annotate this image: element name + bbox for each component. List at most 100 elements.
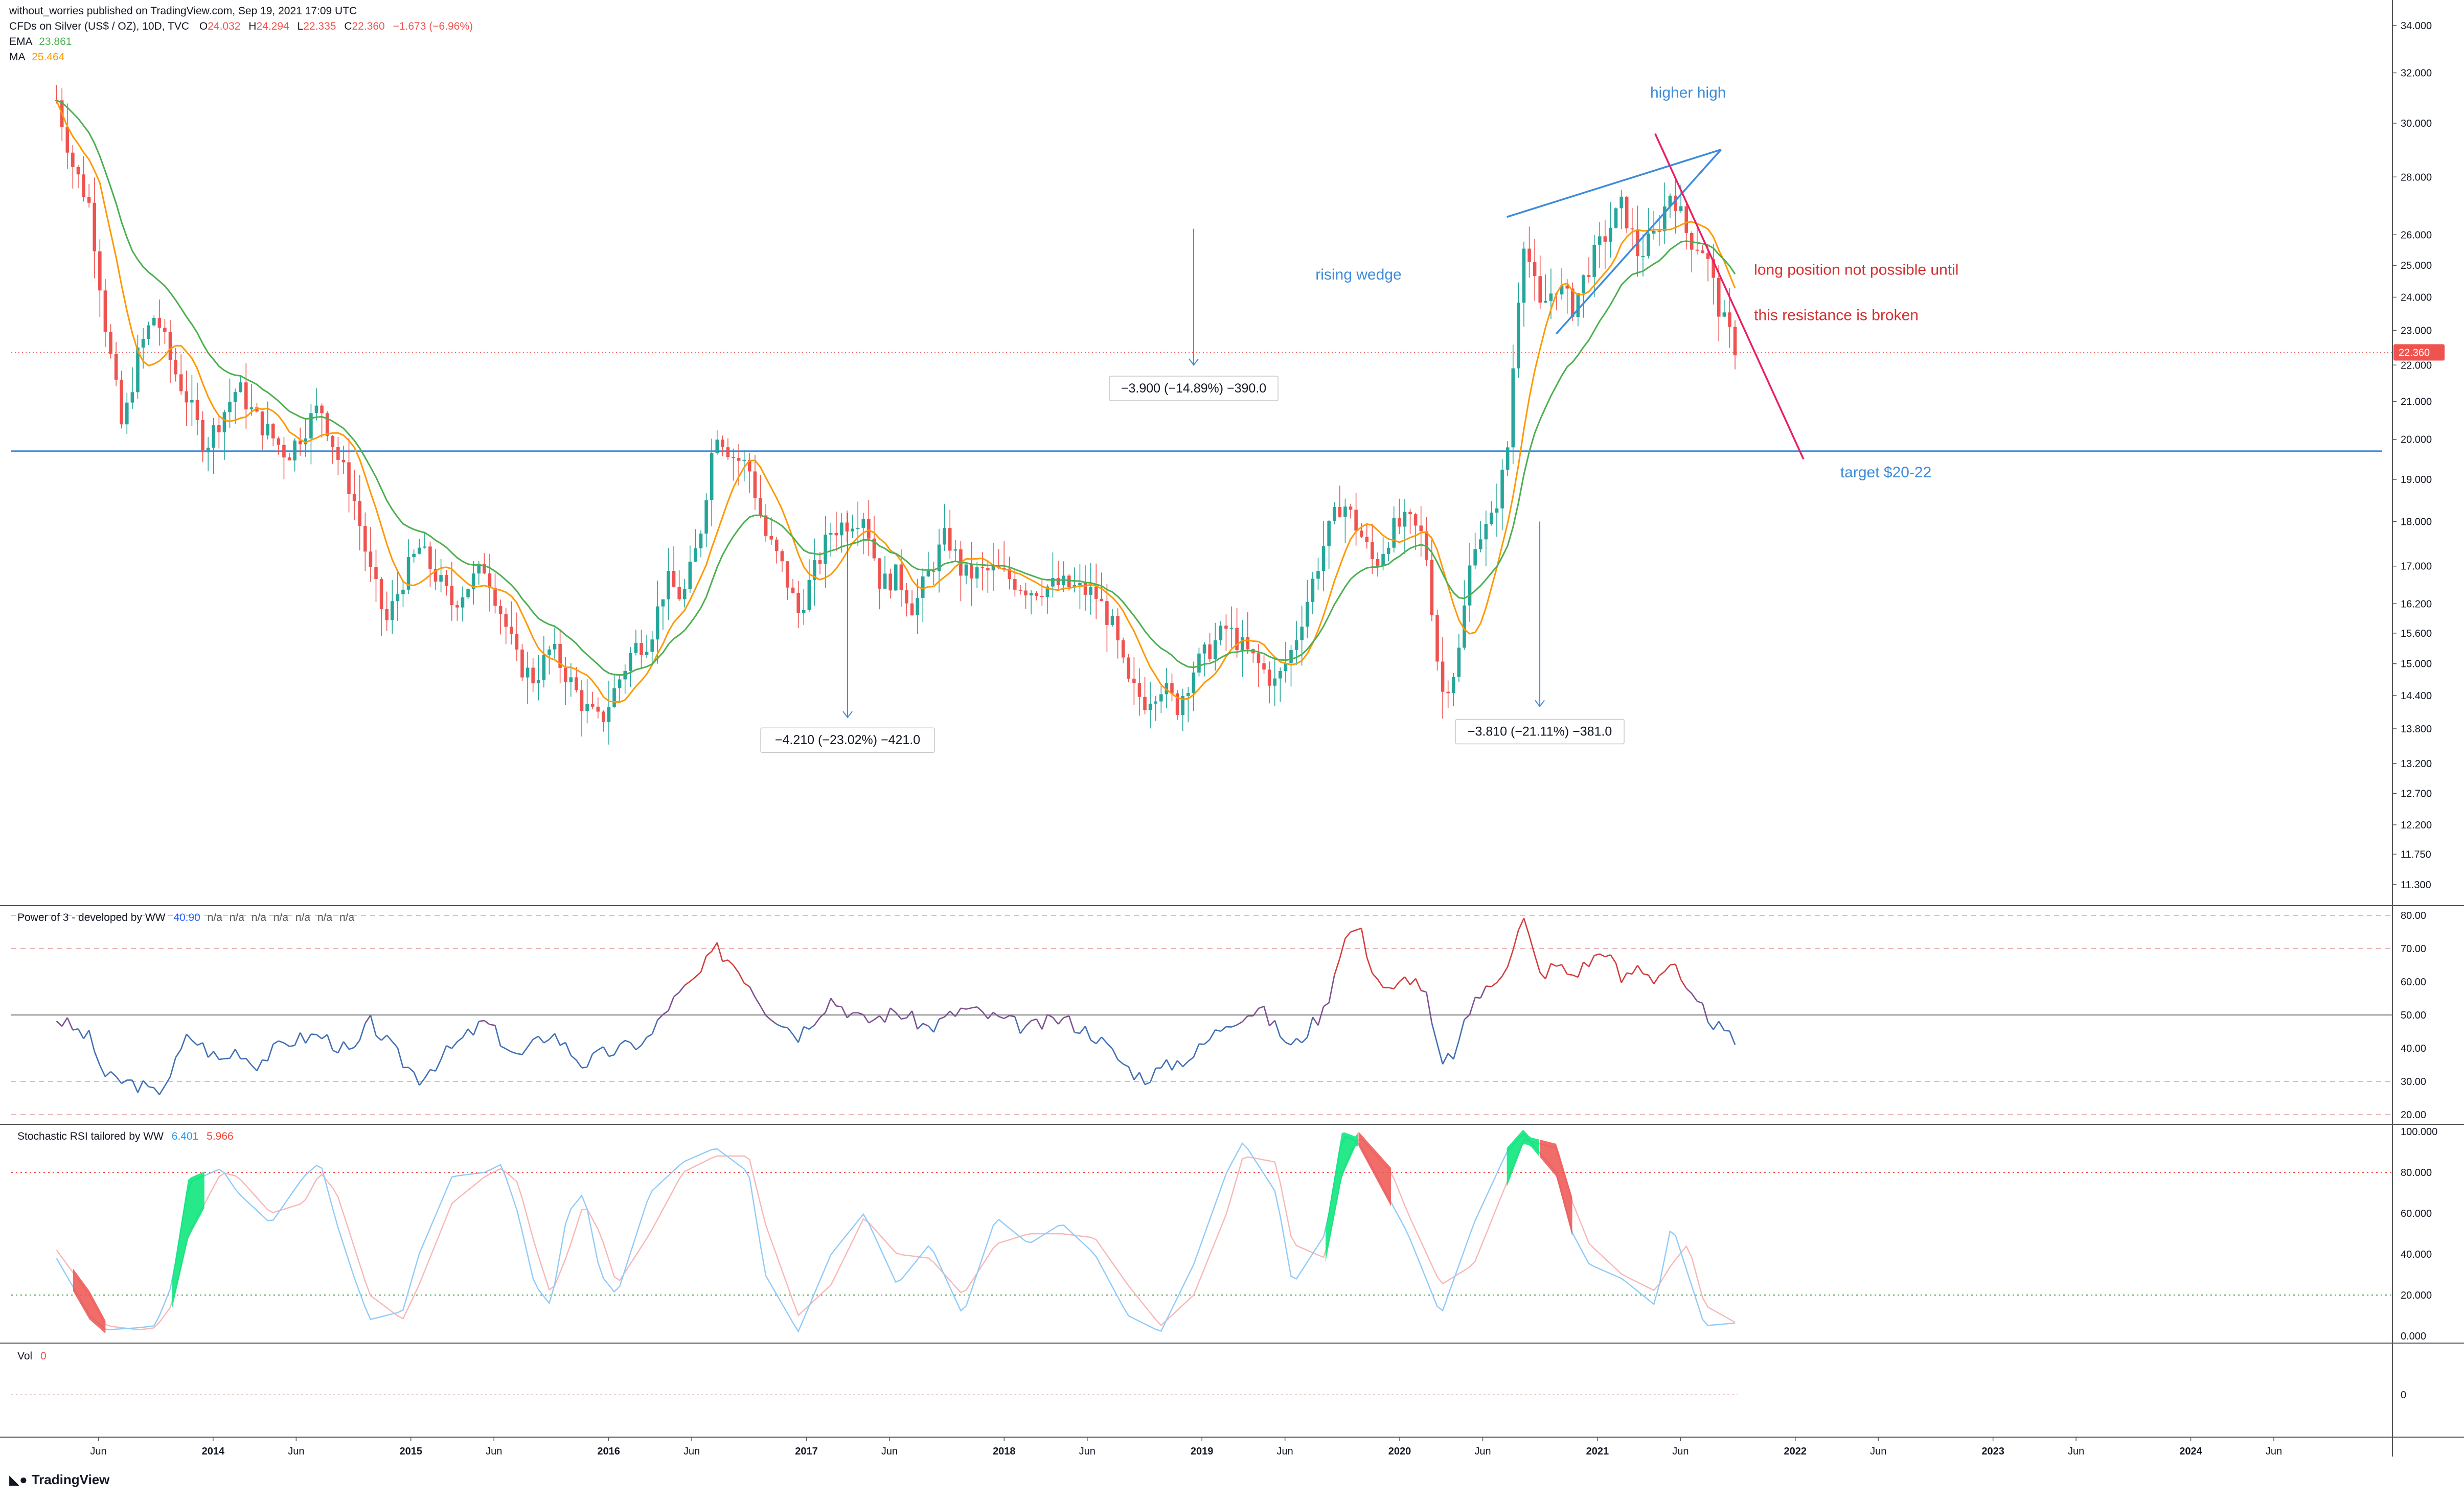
stoch-tick-label: 40.000 bbox=[2401, 1249, 2432, 1260]
power-line-segment bbox=[755, 997, 761, 1006]
annotation-higher-high[interactable]: higher high bbox=[1650, 84, 1726, 101]
candle-down bbox=[1122, 640, 1125, 658]
candle-down bbox=[374, 567, 378, 579]
power-line-segment bbox=[149, 1087, 154, 1088]
power-line-segment bbox=[1334, 958, 1340, 975]
power-line-segment bbox=[1394, 982, 1400, 989]
power-line-segment bbox=[674, 992, 679, 997]
power-line-segment bbox=[777, 1024, 782, 1027]
stoch-cross-green-2013 bbox=[172, 1171, 204, 1309]
candle-up bbox=[1159, 694, 1163, 701]
power-line-segment bbox=[804, 1027, 809, 1029]
power-line-segment bbox=[533, 1036, 539, 1040]
chart-canvas[interactable]: 34.00032.00030.00028.00026.00025.00024.0… bbox=[0, 0, 2464, 1498]
power-line-segment bbox=[230, 1049, 236, 1058]
annotation-target[interactable]: target $20-22 bbox=[1840, 464, 1931, 481]
time-tick-month: Jun bbox=[288, 1446, 304, 1457]
candle-down bbox=[428, 546, 432, 569]
ohlc-low: 22.335 bbox=[303, 20, 336, 32]
power-line-segment bbox=[1508, 950, 1513, 967]
time-tick-month: Jun bbox=[90, 1446, 106, 1457]
power-line-segment bbox=[1724, 1030, 1730, 1031]
candle-down bbox=[759, 498, 762, 515]
candle-down bbox=[1105, 601, 1109, 625]
candle-up bbox=[526, 667, 530, 677]
candle-up bbox=[1647, 234, 1650, 256]
power-line-segment bbox=[1367, 957, 1373, 973]
power-line-segment bbox=[392, 1042, 398, 1048]
candle-up bbox=[1614, 208, 1618, 227]
power-line-segment bbox=[349, 1048, 355, 1049]
candle-up bbox=[694, 548, 697, 562]
power-line-segment bbox=[1069, 1016, 1075, 1032]
candle-down bbox=[1024, 591, 1028, 596]
power-line-segment bbox=[1139, 1072, 1145, 1084]
power-line-segment bbox=[143, 1081, 149, 1087]
ma-legend[interactable]: MA 25.464 bbox=[9, 50, 64, 64]
power-line-segment bbox=[706, 952, 712, 956]
power-line-segment bbox=[408, 1068, 414, 1072]
volume-legend[interactable]: Vol 0 bbox=[17, 1350, 47, 1363]
tradingview-footer[interactable]: ◣●TradingView bbox=[9, 1472, 109, 1488]
power-line-segment bbox=[1600, 954, 1605, 957]
power-line-segment bbox=[1351, 930, 1356, 932]
candle-down bbox=[158, 318, 162, 328]
candle-down bbox=[1604, 236, 1607, 242]
candle-up bbox=[212, 425, 215, 448]
stoch-k-value: 6.401 bbox=[172, 1130, 199, 1142]
candle-down bbox=[910, 604, 914, 615]
power-line-segment bbox=[1443, 1053, 1448, 1064]
power-line-segment bbox=[798, 1027, 804, 1043]
power-line-segment bbox=[668, 997, 674, 1010]
power-line-segment bbox=[717, 942, 723, 961]
power-line-segment bbox=[1026, 1021, 1032, 1026]
wedge-lower-line[interactable] bbox=[1556, 150, 1721, 334]
power-line-segment bbox=[1313, 1017, 1318, 1025]
candle-up bbox=[147, 326, 150, 339]
candle-down bbox=[1587, 275, 1591, 277]
time-tick-month: Jun bbox=[1079, 1446, 1096, 1457]
power-line-segment bbox=[203, 1043, 209, 1057]
annotation-resistance[interactable]: this resistance is broken bbox=[1754, 307, 1919, 324]
power-line-segment bbox=[436, 1059, 441, 1071]
power-line-segment bbox=[354, 1040, 360, 1047]
annotation-rising-wedge[interactable]: rising wedge bbox=[1315, 266, 1401, 283]
candle-down bbox=[336, 447, 340, 460]
power-line-segment bbox=[1112, 1049, 1118, 1059]
annotation-long-position[interactable]: long position not possible until bbox=[1754, 262, 1958, 279]
power-of-3-na-2: n/a bbox=[230, 912, 244, 923]
candle-up bbox=[629, 653, 632, 671]
time-tick-year: 2024 bbox=[2179, 1446, 2202, 1457]
resistance-line[interactable] bbox=[1655, 133, 1804, 459]
price-tick-label: 32.000 bbox=[2401, 68, 2432, 79]
candle-up bbox=[634, 643, 638, 653]
power-line-segment bbox=[289, 1046, 295, 1047]
candle-down bbox=[1733, 327, 1737, 356]
power-line-segment bbox=[208, 1051, 214, 1057]
power-line-segment bbox=[1388, 987, 1394, 988]
candle-up bbox=[125, 403, 129, 425]
candle-up bbox=[607, 707, 611, 722]
candle-up bbox=[1203, 644, 1206, 654]
candle-up bbox=[228, 402, 232, 412]
ema-legend[interactable]: EMA 23.861 bbox=[9, 35, 72, 49]
candle-down bbox=[1684, 206, 1688, 233]
power-line-segment bbox=[1486, 986, 1492, 987]
candle-up bbox=[1598, 236, 1602, 244]
power-line-segment bbox=[1053, 1018, 1058, 1024]
candle-up bbox=[1452, 677, 1455, 694]
power-line-segment bbox=[592, 1050, 598, 1053]
power-line-segment bbox=[1637, 965, 1643, 974]
power-line-segment bbox=[1681, 980, 1686, 988]
power-of-3-legend[interactable]: Power of 3 - developed by WW 40.90 n/a n… bbox=[17, 912, 354, 924]
candle-up bbox=[1149, 704, 1152, 710]
power-line-segment bbox=[1275, 1021, 1281, 1037]
stoch-rsi-legend[interactable]: Stochastic RSI tailored by WW 6.401 5.96… bbox=[17, 1130, 234, 1143]
power-line-segment bbox=[1080, 1026, 1085, 1033]
candle-up bbox=[1078, 583, 1082, 585]
candle-up bbox=[1030, 593, 1033, 595]
candle-down bbox=[775, 540, 779, 551]
stoch-d-line bbox=[57, 1139, 1735, 1329]
power-line-segment bbox=[1010, 1015, 1015, 1017]
candle-down bbox=[201, 420, 204, 452]
